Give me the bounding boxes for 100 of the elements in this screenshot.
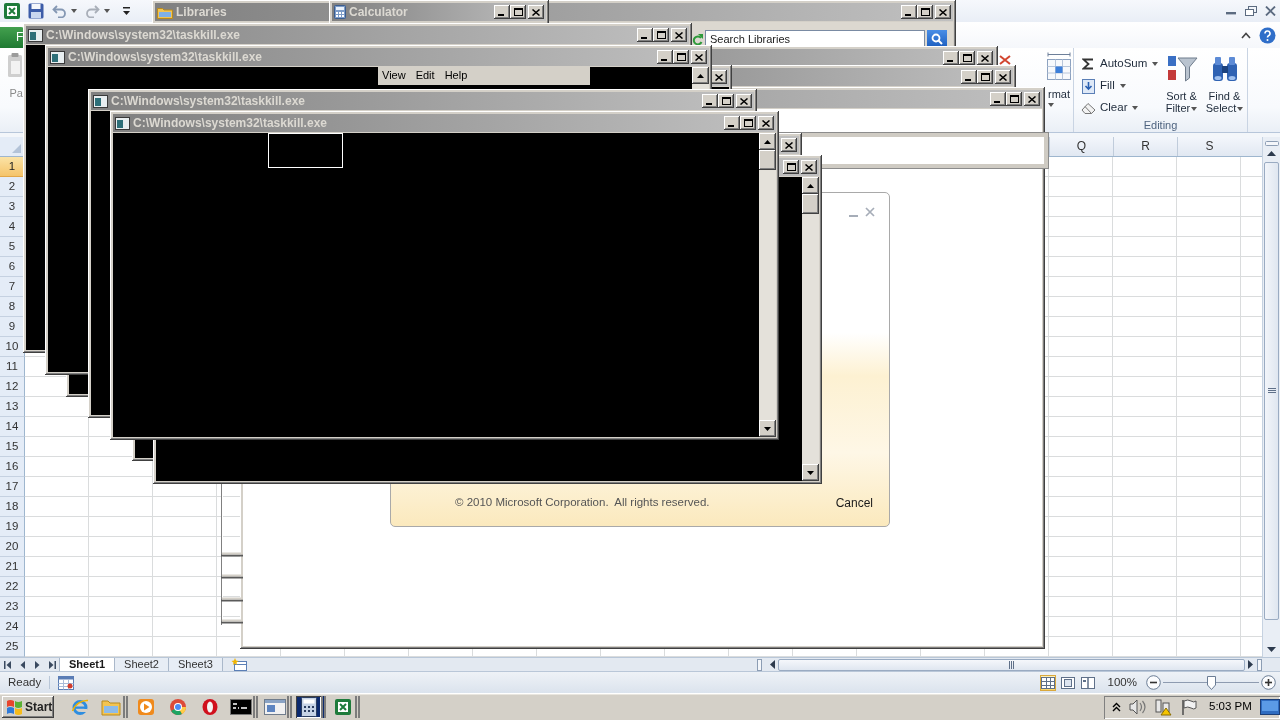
maximize-button[interactable] xyxy=(1006,92,1022,106)
row-header[interactable]: 23 xyxy=(0,597,25,617)
autosum-button[interactable]: AutoSum xyxy=(1081,53,1160,75)
insert-sheet-icon[interactable] xyxy=(230,658,247,671)
scroll-up-button[interactable] xyxy=(692,67,709,84)
chevron-up-icon[interactable] xyxy=(1112,702,1121,712)
minimize-button[interactable] xyxy=(657,50,673,64)
row-header[interactable]: 14 xyxy=(0,417,25,437)
scroll-up-button[interactable] xyxy=(802,177,819,194)
row-header[interactable]: 22 xyxy=(0,577,25,597)
maximize-button[interactable] xyxy=(917,5,933,19)
normal-view-button[interactable] xyxy=(1039,674,1056,691)
minimize-button[interactable] xyxy=(901,5,917,19)
maximize-button[interactable] xyxy=(783,160,799,174)
cancel-button[interactable]: Cancel xyxy=(835,495,873,510)
close-button[interactable] xyxy=(528,5,544,19)
vertical-scrollbar[interactable] xyxy=(802,177,819,481)
start-button[interactable]: Start xyxy=(2,696,54,718)
sheet-tab[interactable]: Sheet2 xyxy=(114,657,169,672)
close-button[interactable] xyxy=(977,51,993,65)
close-button[interactable] xyxy=(935,5,951,19)
spreadsheet-app-icon[interactable] xyxy=(4,3,20,19)
first-sheet-icon[interactable] xyxy=(4,660,12,669)
row-header[interactable]: 15 xyxy=(0,437,25,457)
close-button[interactable] xyxy=(801,160,817,174)
scrollbar-thumb[interactable] xyxy=(759,150,776,170)
row-header[interactable]: 1 xyxy=(0,157,25,177)
zoom-out-icon[interactable] xyxy=(1146,675,1161,690)
taskbar-button[interactable] xyxy=(296,696,326,718)
row-header[interactable]: 16 xyxy=(0,457,25,477)
horizontal-scrollbar[interactable] xyxy=(778,658,1245,671)
scroll-left-icon[interactable] xyxy=(770,660,775,669)
row-header[interactable]: 11 xyxy=(0,357,25,377)
taskbar-button[interactable] xyxy=(228,696,258,718)
row-header[interactable]: 19 xyxy=(0,517,25,537)
maximize-button[interactable] xyxy=(740,116,756,130)
clear-button[interactable]: Clear xyxy=(1081,97,1160,119)
fill-button[interactable]: Fill xyxy=(1081,75,1160,97)
close-button[interactable] xyxy=(995,70,1011,84)
scroll-down-button[interactable] xyxy=(802,464,819,481)
maximize-button[interactable] xyxy=(673,50,689,64)
zoom-level[interactable]: 100% xyxy=(1107,675,1137,690)
sheet-tab[interactable]: Sheet3 xyxy=(167,657,223,672)
cross-icon[interactable] xyxy=(999,55,1011,65)
row-header[interactable]: 2 xyxy=(0,177,25,197)
collapse-ribbon-icon[interactable] xyxy=(1241,31,1251,39)
maximize-button[interactable] xyxy=(510,5,526,19)
maximize-button[interactable] xyxy=(718,94,734,108)
close-icon[interactable] xyxy=(1265,6,1276,16)
maximize-button[interactable] xyxy=(653,28,669,42)
row-header[interactable]: 17 xyxy=(0,477,25,497)
close-button[interactable] xyxy=(671,28,687,42)
minimize-button[interactable] xyxy=(943,51,959,65)
network-warning-icon[interactable] xyxy=(1155,698,1173,716)
help-icon[interactable] xyxy=(1259,26,1276,44)
row-header[interactable]: 20 xyxy=(0,537,25,557)
row-header[interactable]: 5 xyxy=(0,237,25,257)
scrollbar-thumb[interactable] xyxy=(802,194,819,214)
column-header[interactable]: R xyxy=(1113,137,1177,156)
file-tab[interactable]: F xyxy=(0,27,24,48)
close-button[interactable] xyxy=(758,116,774,130)
sheet-tab[interactable]: Sheet1 xyxy=(59,657,116,672)
scroll-up-button[interactable] xyxy=(759,133,776,150)
refresh-icon[interactable] xyxy=(692,34,703,46)
page-layout-button[interactable] xyxy=(1059,674,1076,691)
next-sheet-icon[interactable] xyxy=(34,660,40,669)
last-sheet-icon[interactable] xyxy=(48,660,56,669)
close-button[interactable] xyxy=(691,50,707,64)
scroll-down-button[interactable] xyxy=(759,420,776,437)
row-header[interactable]: 21 xyxy=(0,557,25,577)
row-header[interactable]: 4 xyxy=(0,217,25,237)
row-header[interactable]: 25 xyxy=(0,637,25,657)
format-button[interactable]: rmat xyxy=(1045,48,1073,132)
zoom-slider[interactable] xyxy=(1163,675,1259,690)
row-header[interactable]: 9 xyxy=(0,317,25,337)
minimize-button[interactable] xyxy=(961,70,977,84)
minimize-button[interactable] xyxy=(724,116,740,130)
row-header[interactable]: 13 xyxy=(0,397,25,417)
caret-icon[interactable] xyxy=(71,9,77,13)
row-header[interactable]: 12 xyxy=(0,377,25,397)
scrollbar-thumb[interactable] xyxy=(1264,162,1279,620)
row-header[interactable]: 7 xyxy=(0,277,25,297)
row-header[interactable]: 24 xyxy=(0,617,25,637)
row-header[interactable]: 10 xyxy=(0,337,25,357)
minimize-button[interactable] xyxy=(494,5,510,19)
vertical-scrollbar[interactable] xyxy=(759,133,776,437)
desktop-icon[interactable] xyxy=(1259,699,1280,715)
close-button[interactable] xyxy=(781,138,797,152)
sort-filter-button[interactable]: Sort & Filter xyxy=(1160,48,1203,119)
customize-icon[interactable] xyxy=(122,6,131,16)
row-header[interactable]: 6 xyxy=(0,257,25,277)
find-select-button[interactable]: Find & Select xyxy=(1203,48,1246,119)
minimize-button[interactable] xyxy=(990,92,1006,106)
close-button[interactable] xyxy=(736,94,752,108)
menu-item[interactable]: Help xyxy=(444,68,468,83)
scroll-right-icon[interactable] xyxy=(1248,660,1253,669)
row-header[interactable]: 18 xyxy=(0,497,25,517)
save-icon[interactable] xyxy=(28,3,44,19)
previous-sheet-icon[interactable] xyxy=(20,660,26,669)
restore-icon[interactable] xyxy=(1245,6,1257,16)
